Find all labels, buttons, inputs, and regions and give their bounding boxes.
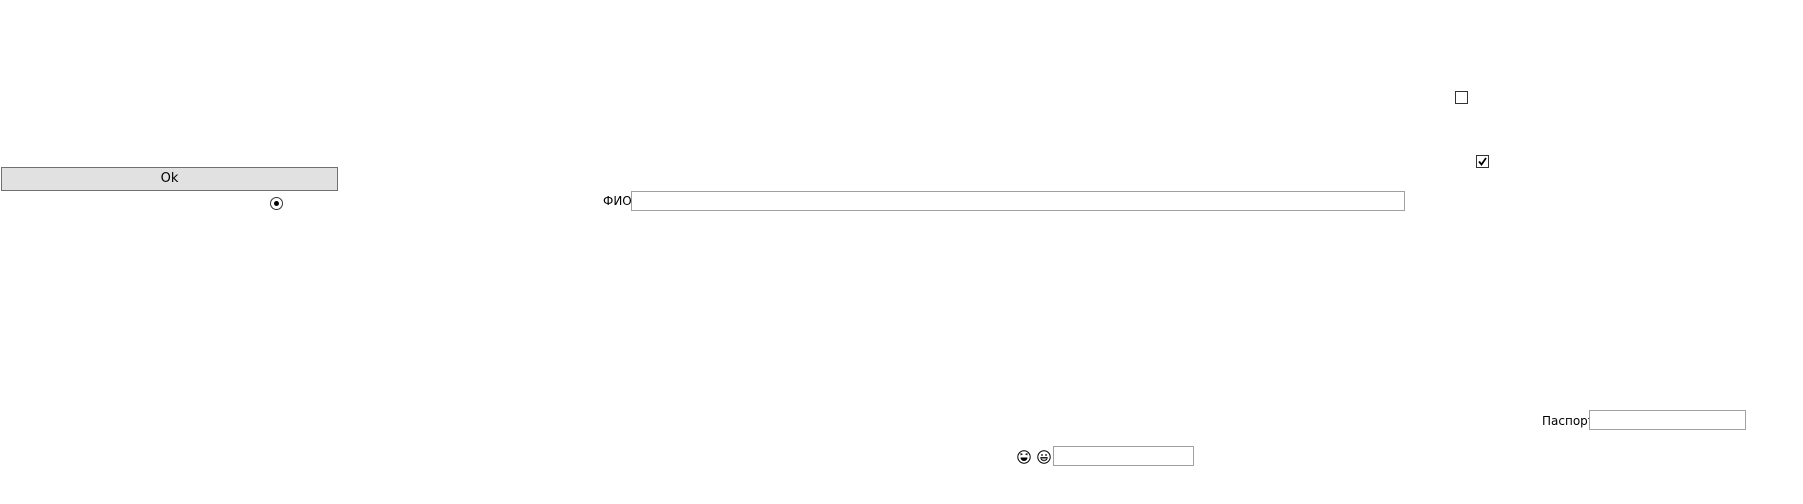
emoji-input[interactable] [1053, 446, 1194, 466]
checkbox-checked[interactable] [1476, 155, 1489, 168]
checkmark-icon [1478, 157, 1487, 166]
ok-button[interactable]: Ok [1, 167, 338, 191]
passport-label: Паспорт [1542, 414, 1595, 428]
grinning-face-icon [1037, 450, 1051, 464]
fio-label: ФИО [603, 194, 632, 208]
radio-button[interactable] [270, 197, 283, 210]
checkbox-unchecked[interactable] [1455, 91, 1468, 104]
laughing-face-icon [1017, 450, 1031, 464]
passport-input[interactable] [1589, 410, 1746, 430]
radio-selected-dot [274, 201, 279, 206]
form-canvas: Ok ФИО Паспорт [0, 0, 1803, 504]
fio-input[interactable] [631, 191, 1405, 211]
